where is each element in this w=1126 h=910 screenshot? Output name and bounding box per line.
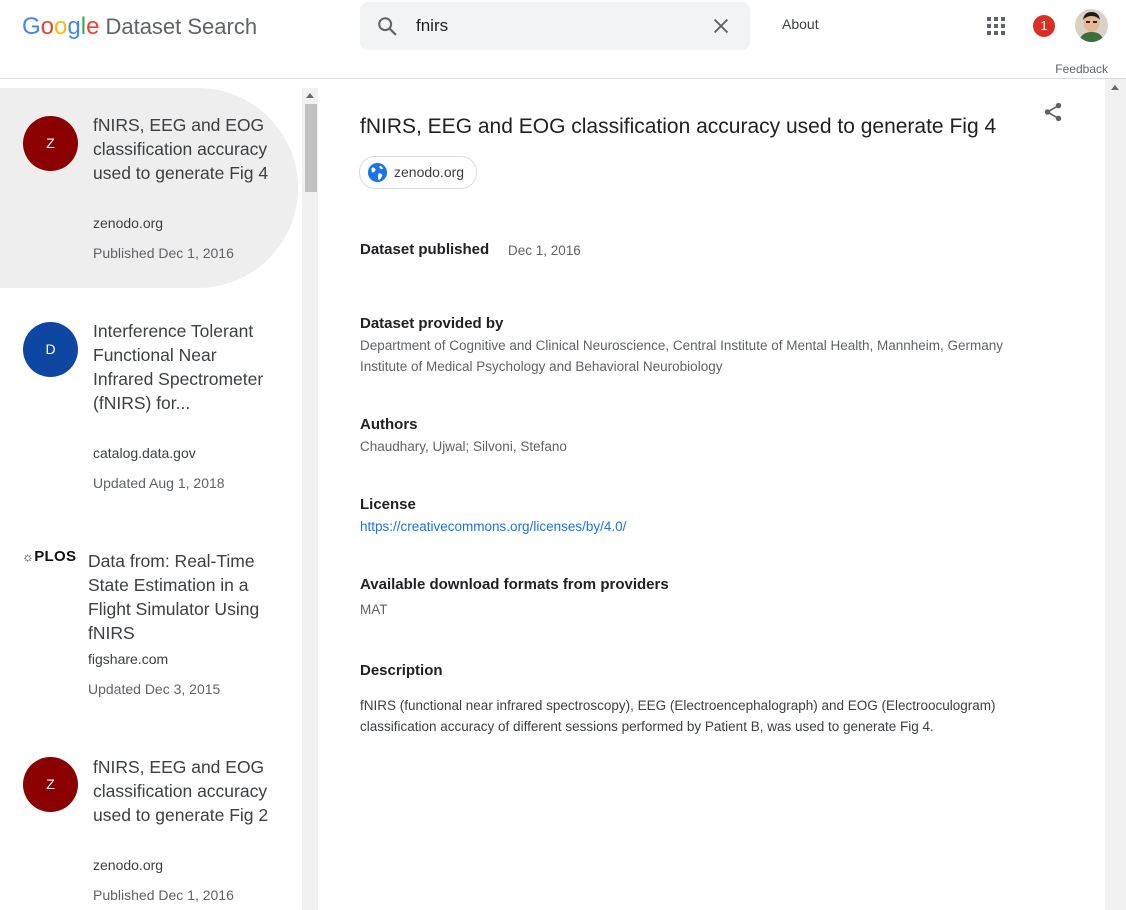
result-item[interactable]: Z fNIRS, EEG and EOG classification accu…	[0, 748, 298, 910]
clear-icon[interactable]	[710, 15, 732, 37]
dataset-title: fNIRS, EEG and EOG classification accura…	[360, 115, 997, 138]
result-date: Updated Aug 1, 2018	[93, 475, 225, 491]
top-bar: GoogleDataset Search About 1 Feedback	[0, 0, 1126, 79]
globe-icon	[367, 162, 388, 183]
formats-label: Available download formats from provider…	[360, 576, 669, 593]
google-dataset-search-logo[interactable]: Google Dataset Search	[22, 12, 257, 42]
result-item[interactable]: ☼PLOS Data from: Real-Time State Estimat…	[0, 540, 298, 720]
result-title: fNIRS, EEG and EOG classification accura…	[93, 115, 269, 183]
search-box	[360, 2, 750, 50]
product-name: Dataset Search	[105, 14, 258, 39]
authors-value: Chaudhary, Ujwal; Silvoni, Stefano	[360, 439, 567, 454]
apps-grid-icon[interactable]	[986, 16, 1006, 36]
logo-letter: g	[67, 13, 81, 40]
result-source: zenodo.org	[93, 215, 164, 231]
logo-letter: o	[54, 13, 68, 40]
description-label: Description	[360, 662, 443, 679]
result-item[interactable]: D Interference Tolerant Functional Near …	[0, 300, 298, 510]
result-source: figshare.com	[88, 651, 169, 667]
description-text: fNIRS (functional near infrared spectros…	[360, 698, 996, 734]
license-label: License	[360, 496, 416, 513]
logo-letter: e	[86, 13, 100, 40]
search-icon[interactable]	[376, 15, 398, 37]
result-title: Interference Tolerant Functional Near In…	[93, 321, 264, 413]
results-list: Z fNIRS, EEG and EOG classification accu…	[0, 88, 302, 910]
search-input[interactable]	[416, 14, 686, 38]
license-link[interactable]: https://creativecommons.org/licenses/by/…	[360, 516, 626, 537]
plos-logo-icon: ☼PLOS	[22, 548, 77, 565]
dataset-detail-panel: fNIRS, EEG and EOG classification accura…	[318, 79, 1105, 910]
result-date: Updated Dec 3, 2015	[88, 681, 221, 697]
scroll-up-arrow-icon[interactable]	[306, 93, 314, 98]
share-icon[interactable]	[1042, 101, 1064, 123]
source-badge: Z	[23, 757, 78, 812]
provider-line: Institute of Medical Psychology and Beha…	[360, 359, 723, 374]
published-label: Dataset published	[360, 241, 490, 258]
result-title: Data from: Real-Time State Estimation in…	[88, 551, 260, 643]
avatar[interactable]	[1075, 9, 1108, 42]
source-badge: D	[23, 322, 78, 377]
result-title: fNIRS, EEG and EOG classification accura…	[93, 757, 269, 825]
logo-letter: o	[40, 13, 55, 40]
result-date: Published Dec 1, 2016	[93, 245, 234, 261]
source-badge: Z	[23, 116, 78, 171]
result-date: Published Dec 1, 2016	[93, 887, 234, 903]
logo-letter: G	[22, 13, 41, 40]
result-item[interactable]: Z fNIRS, EEG and EOG classification accu…	[0, 88, 298, 288]
source-chip[interactable]: zenodo.org	[359, 156, 478, 189]
source-chip-label: zenodo.org	[394, 164, 465, 180]
provided-by-label: Dataset provided by	[360, 315, 504, 332]
detail-scrollbar[interactable]	[1105, 79, 1126, 910]
authors-label: Authors	[360, 416, 418, 433]
avatar-image	[1075, 9, 1108, 42]
scrollbar-thumb[interactable]	[305, 104, 317, 192]
notification-badge[interactable]: 1	[1033, 15, 1055, 37]
provider-line: Department of Cognitive and Clinical Neu…	[360, 338, 1004, 353]
published-value: Dec 1, 2016	[508, 243, 581, 258]
result-source: zenodo.org	[93, 857, 164, 873]
feedback-link[interactable]: Feedback	[1055, 62, 1108, 76]
about-link[interactable]: About	[782, 16, 819, 32]
scroll-up-arrow-icon[interactable]	[1111, 85, 1119, 90]
results-scrollbar[interactable]	[302, 88, 318, 910]
formats-value: MAT	[360, 602, 388, 617]
result-source: catalog.data.gov	[93, 445, 196, 461]
